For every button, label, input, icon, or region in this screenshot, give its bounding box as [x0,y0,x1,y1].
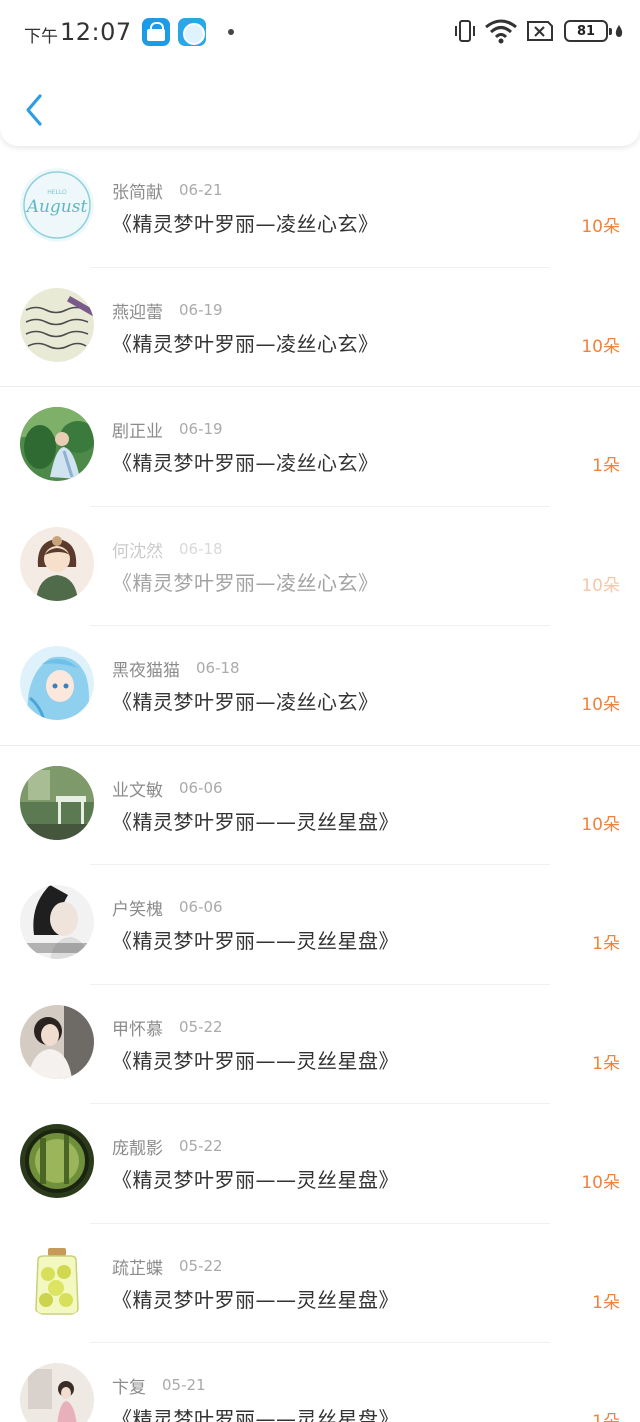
flower-count: 10朵 [581,336,620,357]
svg-text:August: August [25,197,88,217]
gift-date: 06-06 [179,898,223,916]
battery-level: 81 [576,23,596,39]
book-title: 《精灵梦叶罗丽—凌丝心玄》 [112,212,379,236]
avatar-handwriting[interactable] [20,287,94,362]
book-title: 《精灵梦叶罗丽——灵丝星盘》 [112,809,399,834]
avatar-garden-chair[interactable] [20,765,94,840]
list-item-9[interactable]: 庞靓影 05-22 《精灵梦叶罗丽——灵丝星盘》 10朵 [0,1104,640,1224]
user-name: 张简献 [112,183,163,203]
cartoon-girl-image [20,526,94,601]
user-name: 业文敏 [112,780,163,801]
user-name: 剧正业 [112,422,163,442]
gift-date: 06-21 [179,181,223,199]
gift-date: 05-22 [179,1256,223,1275]
gift-date: 06-18 [196,659,240,677]
book-title: 《精灵梦叶罗丽—凌丝心玄》 [112,451,379,475]
book-title: 《精灵梦叶罗丽—凌丝心玄》 [112,690,379,714]
back-arrow-icon [26,94,42,126]
gift-list: August HELLO 张简献 06-21 《精灵梦叶罗丽—凌丝心玄》 10朵 … [0,148,640,1422]
book-title: 《精灵梦叶罗丽——灵丝星盘》 [112,929,399,953]
user-name: 燕迎蕾 [112,302,163,323]
portrait-bw-image [20,885,94,959]
list-item-4[interactable]: 何沈然 06-18 《精灵梦叶罗丽—凌丝心玄》 10朵 [0,506,640,626]
status-ampm: 下午 [24,27,58,47]
flower-count: 10朵 [581,217,620,237]
nav-header [0,66,640,146]
flower-count: 1朵 [592,934,620,954]
notification-dot-icon [227,28,234,35]
avatar-girl-room[interactable] [20,1363,94,1422]
gift-date: 06-19 [179,420,223,438]
user-name: 卞复 [112,1378,146,1398]
handwriting-image [20,287,94,362]
header-card: 下午 12:07 81 [0,0,640,146]
status-time: 12:07 [60,17,132,46]
list-item-7[interactable]: 户笑槐 06-06 《精灵梦叶罗丽——灵丝星盘》 1朵 [0,865,640,985]
list-item-3[interactable]: 剧正业 06-19 《精灵梦叶罗丽—凌丝心玄》 1朵 [0,387,640,507]
avatar-girl-dark[interactable] [20,1004,94,1079]
user-name: 何沈然 [112,541,163,562]
girl-in-garden-image [20,407,94,481]
avatar-lemon-jar[interactable] [20,1243,94,1318]
avatar-girl-in-garden[interactable] [20,407,94,481]
user-name: 甲怀慕 [112,1019,163,1040]
status-left: 下午 12:07 [24,16,234,47]
flower-count: 10朵 [581,1173,620,1193]
no-sim-icon [527,21,553,41]
august-logo-image: AugustHELLO [20,168,94,242]
list-item-11[interactable]: 卞复 05-21 《精灵梦叶罗丽——灵丝星盘》 1朵 [0,1343,640,1422]
flower-count: 1朵 [592,456,620,476]
flower-count: 10朵 [581,695,620,715]
list-item-5[interactable]: 黑夜猫猫 06-18 《精灵梦叶罗丽—凌丝心玄》 10朵 [0,626,640,746]
girl-dark-image [20,1004,94,1079]
list-item-2[interactable]: 燕迎蕾 06-19 《精灵梦叶罗丽—凌丝心玄》 10朵 [0,267,640,387]
gift-date: 06-18 [179,539,223,558]
gift-date: 05-22 [179,1017,223,1036]
status-bar: 下午 12:07 81 [0,0,640,66]
anime-girl-image [20,646,94,720]
garden-chair-image [20,765,94,840]
screen: 下午 12:07 81 August HELLO 张简献 06-21 《精灵梦叶… [0,0,640,1422]
book-title: 《精灵梦叶罗丽—凌丝心玄》 [112,570,379,595]
flower-count: 1朵 [592,1292,620,1313]
book-title: 《精灵梦叶罗丽——灵丝星盘》 [112,1287,399,1312]
flower-count: 1朵 [592,1053,620,1074]
user-name: 庞靓影 [112,1139,163,1159]
list-item-8[interactable]: 甲怀慕 05-22 《精灵梦叶罗丽——灵丝星盘》 1朵 [0,984,640,1104]
lemon-jar-image [20,1243,94,1318]
list-item-6[interactable]: 业文敏 06-06 《精灵梦叶罗丽——灵丝星盘》 10朵 [0,745,640,865]
avatar-anime-girl[interactable] [20,646,94,720]
list-item-1[interactable]: August HELLO 张简献 06-21 《精灵梦叶罗丽—凌丝心玄》 10朵 [0,148,640,268]
gift-date: 06-19 [179,300,223,319]
book-title: 《精灵梦叶罗丽——灵丝星盘》 [112,1407,399,1422]
gift-date: 05-22 [179,1137,223,1155]
gift-date: 06-06 [179,778,223,797]
book-title: 《精灵梦叶罗丽—凌丝心玄》 [112,331,379,356]
battery-icon: 81 [564,20,612,42]
user-name: 疏芷蝶 [112,1258,163,1279]
avatar-green-lens[interactable] [20,1124,94,1198]
avatar-cartoon-girl[interactable] [20,526,94,601]
charging-drop-icon [615,25,623,37]
user-name: 黑夜猫猫 [112,661,180,681]
book-title: 《精灵梦叶罗丽——灵丝星盘》 [112,1048,399,1073]
svg-text:HELLO: HELLO [47,189,67,196]
flower-count: 1朵 [592,1412,620,1422]
vibrate-icon [455,20,475,42]
avatar-august-logo[interactable]: August HELLO [20,168,94,242]
flower-count: 10朵 [581,575,620,596]
girl-room-image [20,1363,94,1422]
back-button[interactable] [16,88,52,132]
gift-date: 05-21 [162,1376,206,1394]
user-name: 户笑槐 [112,900,163,920]
shopping-bag-icon [141,17,170,46]
book-title: 《精灵梦叶罗丽——灵丝星盘》 [112,1168,399,1192]
flower-count: 10朵 [581,814,620,835]
avatar-portrait-bw[interactable] [20,885,94,959]
list-item-10[interactable]: 疏芷蝶 05-22 《精灵梦叶罗丽——灵丝星盘》 1朵 [0,1223,640,1343]
status-right: 81 [452,18,624,44]
wifi-icon [485,19,517,44]
app-bubble-icon [177,17,206,46]
green-lens-image [20,1124,94,1198]
